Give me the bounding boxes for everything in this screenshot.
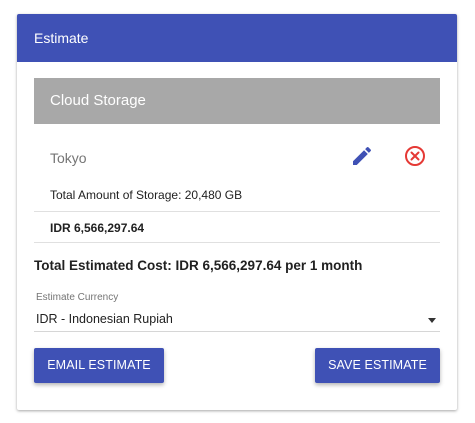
region-name: Tokyo [50, 150, 87, 166]
estimate-card: Estimate Cloud Storage Tokyo Total Amoun… [17, 14, 457, 410]
item-header-row: Tokyo [50, 140, 440, 172]
currency-select[interactable]: IDR - Indonesian Rupiah [34, 308, 440, 332]
pencil-icon [353, 146, 372, 165]
divider [34, 242, 440, 243]
total-estimated-cost: Total Estimated Cost: IDR 6,566,297.64 p… [34, 258, 363, 273]
card-title: Estimate [34, 30, 89, 46]
item-cost: IDR 6,566,297.64 [50, 221, 145, 235]
remove-item-button[interactable] [403, 144, 427, 168]
currency-label: Estimate Currency [36, 292, 119, 303]
section-title: Cloud Storage [50, 92, 146, 109]
edit-button[interactable] [350, 144, 374, 168]
email-estimate-button[interactable]: EMAIL ESTIMATE [34, 348, 164, 383]
dropdown-arrow-icon [428, 318, 436, 323]
card-header: Estimate [17, 14, 457, 62]
section-header: Cloud Storage [34, 78, 440, 124]
divider [34, 211, 440, 212]
circle-x-icon [405, 146, 425, 166]
currency-value: IDR - Indonesian Rupiah [36, 312, 173, 326]
save-estimate-button[interactable]: SAVE ESTIMATE [315, 348, 440, 383]
storage-amount: Total Amount of Storage: 20,480 GB [50, 188, 243, 202]
